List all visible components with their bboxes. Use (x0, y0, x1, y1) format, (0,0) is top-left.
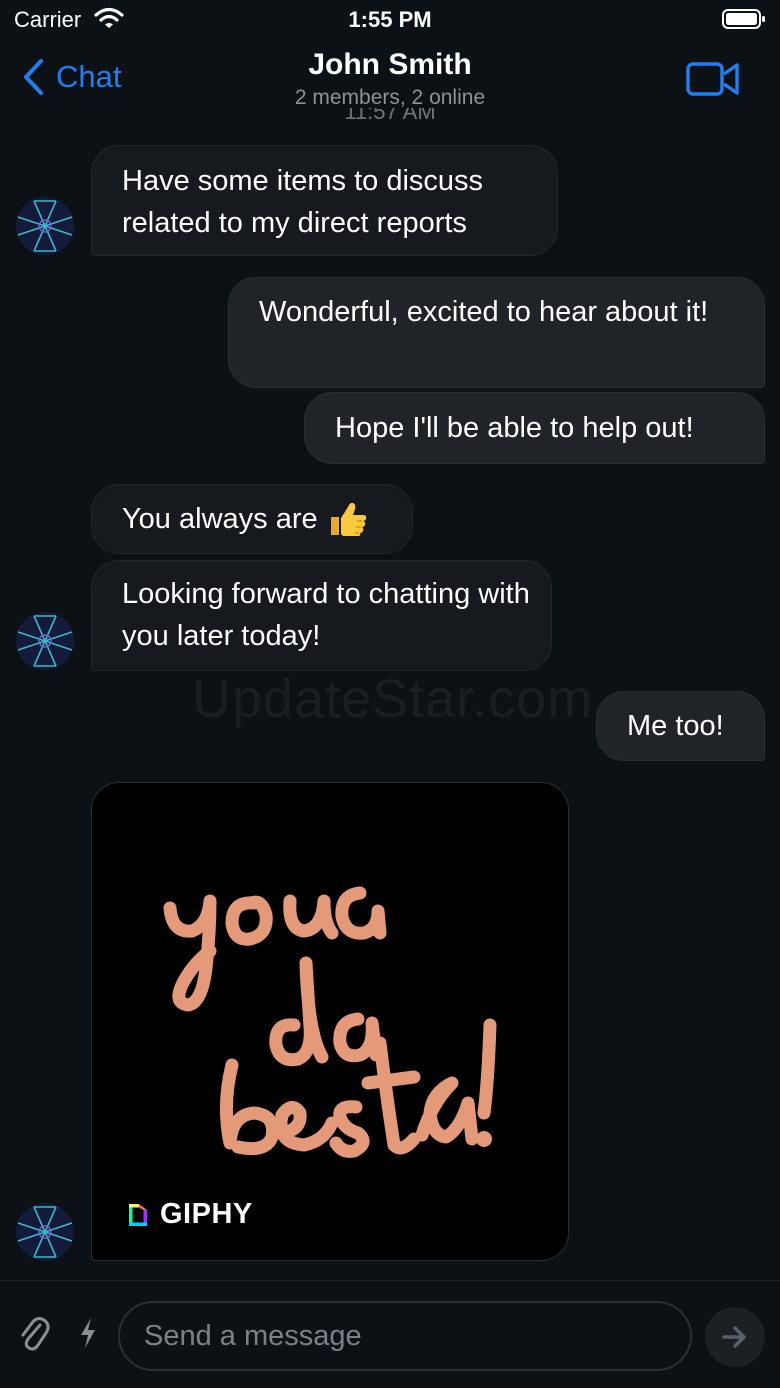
message-bubble-incoming[interactable]: Looking forward to chatting with you lat… (91, 560, 552, 671)
message-text: Looking forward to chatting with you lat… (122, 578, 530, 652)
avatar-pattern (17, 200, 73, 252)
avatar[interactable] (16, 612, 74, 670)
message-text: You always are (122, 503, 318, 535)
status-bar: Carrier 1:55 PM (0, 0, 780, 40)
video-call-button[interactable] (686, 60, 740, 98)
giphy-logo-icon (129, 1203, 147, 1226)
message-bubble-outgoing[interactable]: Me too! (596, 691, 765, 761)
chat-header: Chat John Smith 2 members, 2 online (0, 40, 780, 118)
message-text: Have some items to discuss related to my… (122, 165, 484, 239)
avatar-pattern (17, 1206, 73, 1258)
chat-subtitle: 2 members, 2 online (294, 86, 486, 109)
message-input[interactable] (118, 1301, 692, 1371)
avatar[interactable] (16, 197, 74, 255)
send-button[interactable] (705, 1307, 765, 1367)
timestamp-fragment: 11:57 AM (340, 108, 440, 120)
watermark: UpdateStar.com (192, 669, 594, 729)
avatar-pattern (17, 615, 73, 667)
battery-icon (722, 9, 765, 29)
message-text: Wonderful, excited to hear about it! (259, 296, 709, 328)
clock: 1:55 PM (348, 7, 432, 32)
message-text: Hope I'll be able to help out! (335, 412, 694, 444)
lightning-bolt-icon[interactable] (78, 1317, 98, 1349)
arrow-right-icon (722, 1326, 746, 1348)
paperclip-icon[interactable] (18, 1315, 50, 1353)
message-bubble-outgoing[interactable]: Hope I'll be able to help out! (304, 392, 765, 464)
message-bubble-incoming[interactable]: You always are (91, 484, 413, 554)
giphy-label: GIPHY (160, 1198, 253, 1230)
giphy-attachment[interactable]: GIPHY (91, 782, 569, 1261)
avatar[interactable] (16, 1203, 74, 1261)
giphy-attribution: GIPHY (128, 1198, 253, 1231)
chat-title: John Smith (308, 48, 472, 81)
giphy-image (163, 886, 497, 1158)
message-bubble-outgoing[interactable]: Wonderful, excited to hear about it! (228, 277, 765, 388)
message-composer (0, 1280, 780, 1388)
message-text: Me too! (627, 710, 724, 742)
message-bubble-incoming[interactable]: Have some items to discuss related to my… (91, 145, 558, 256)
thumbs-up-emoji (330, 502, 366, 536)
